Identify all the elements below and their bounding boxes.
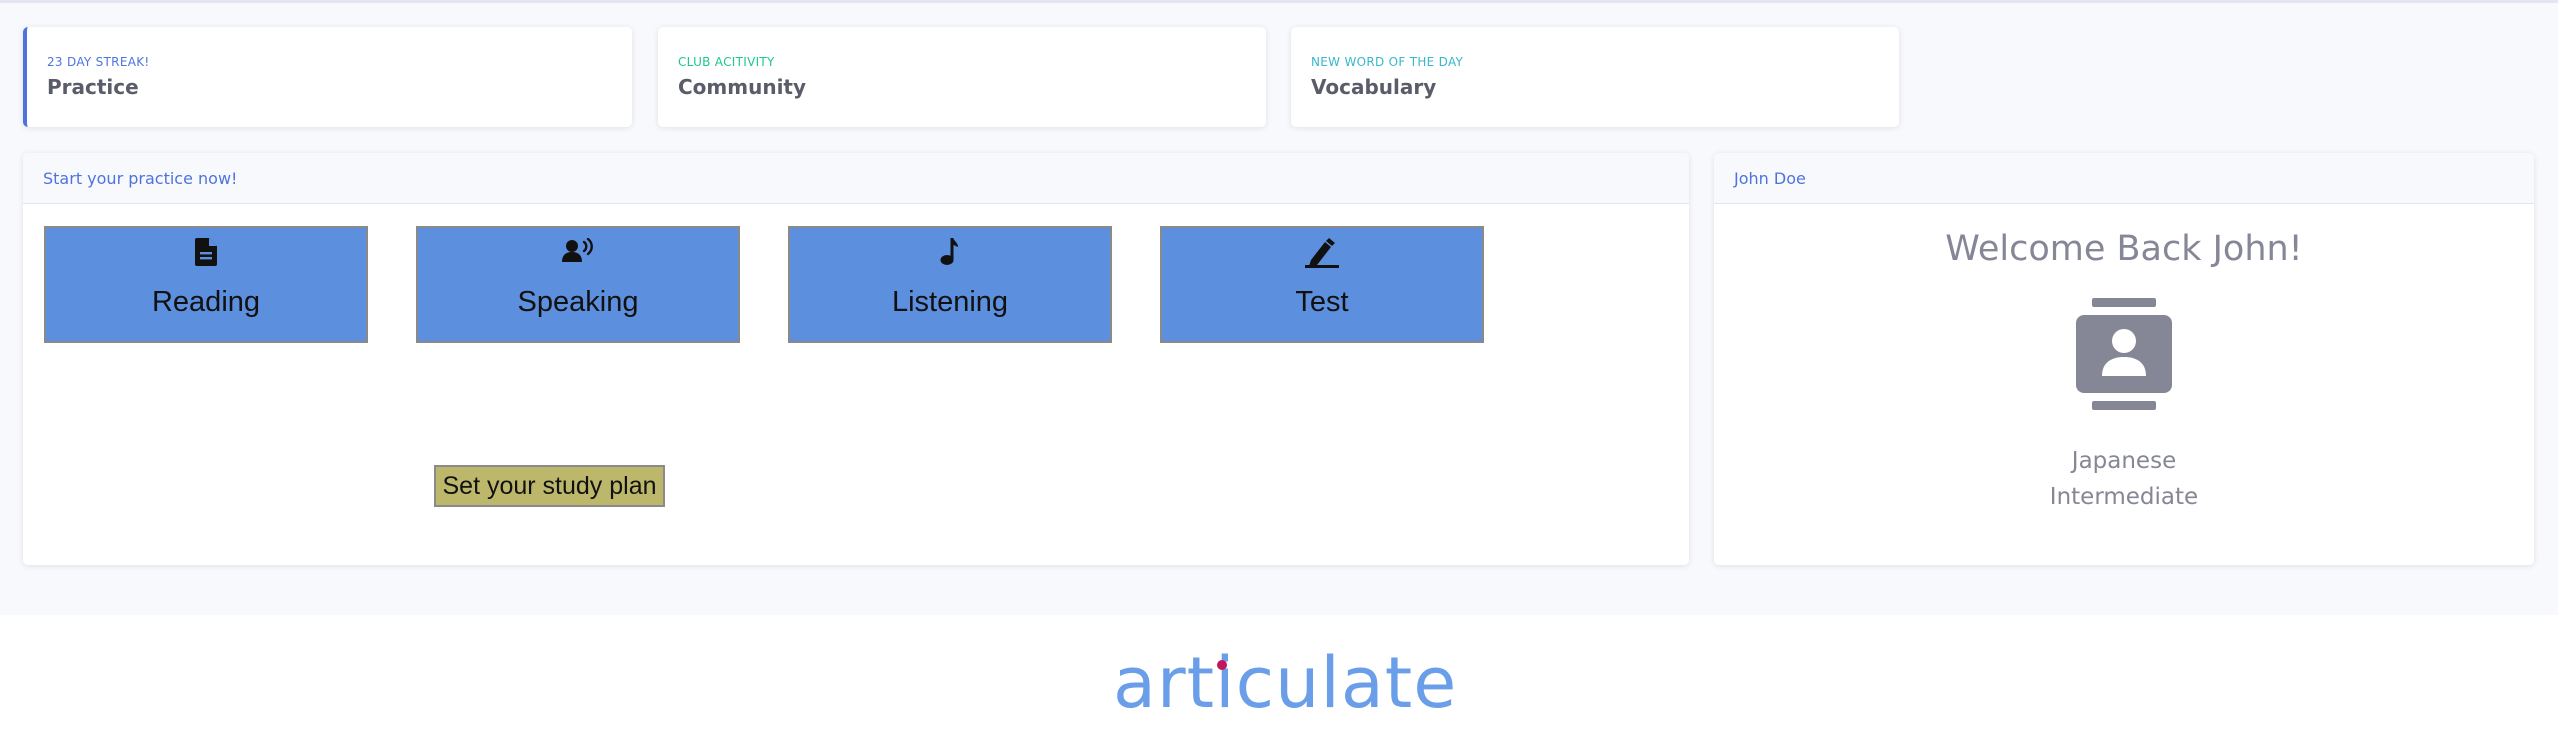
reading-button[interactable]: Reading xyxy=(44,226,368,343)
reading-label: Reading xyxy=(151,286,261,318)
profile-language: Japanese xyxy=(2071,448,2177,474)
contact-card-icon xyxy=(2076,298,2172,410)
practice-panel-header: Start your practice now! xyxy=(23,153,1689,204)
welcome-message: Welcome Back John! xyxy=(1945,229,2303,269)
pen-icon xyxy=(1305,238,1339,268)
music-note-icon xyxy=(940,238,958,265)
logo-dot xyxy=(1217,660,1227,670)
stat-card-vocabulary[interactable]: NEW WORD OF THE DAY Vocabulary xyxy=(1291,27,1899,127)
stat-card-community[interactable]: CLUB ACITIVITY Community xyxy=(658,27,1266,127)
stat-card-practice[interactable]: 23 DAY STREAK! Practice xyxy=(23,27,632,127)
stat-card-title: Vocabulary xyxy=(1311,75,1437,99)
speaking-label: Speaking xyxy=(517,286,639,318)
logo-text: articulate xyxy=(1113,642,1458,724)
test-label: Test xyxy=(1295,286,1349,318)
practice-panel: Start your practice now! xyxy=(23,153,1689,565)
stat-card-title: Community xyxy=(678,75,807,99)
listening-button[interactable]: Listening xyxy=(788,226,1112,343)
stat-card-subtitle: NEW WORD OF THE DAY xyxy=(1311,55,1464,69)
speaking-person-icon xyxy=(562,238,593,262)
listening-label: Listening xyxy=(891,286,1009,318)
study-plan-button[interactable]: Set your study plan xyxy=(434,465,665,507)
stat-card-title: Practice xyxy=(47,75,139,99)
speaking-button[interactable]: Speaking xyxy=(416,226,740,343)
document-icon xyxy=(195,238,217,266)
stat-card-subtitle: 23 DAY STREAK! xyxy=(47,55,150,69)
profile-panel-header: John Doe xyxy=(1714,153,2534,204)
articulate-logo[interactable]: articulate xyxy=(1113,642,1456,732)
profile-level: Intermediate xyxy=(2049,484,2199,510)
stat-card-subtitle: CLUB ACITIVITY xyxy=(678,55,775,69)
test-button[interactable]: Test xyxy=(1160,226,1484,343)
